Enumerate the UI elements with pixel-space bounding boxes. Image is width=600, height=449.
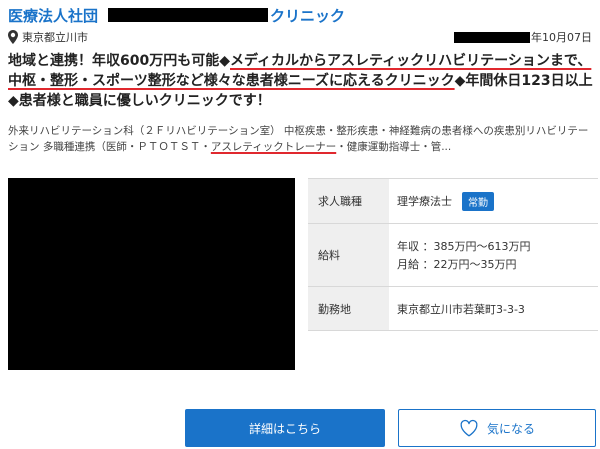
info-row-salary: 給料 年収 ：385万円～613万円 月給 ：22万円～35万円 — [308, 223, 598, 286]
details-button[interactable]: 詳細はこちら — [185, 409, 385, 447]
job-info-table: 求人職種 理学療法士 常勤 給料 年収 ：385万円～613万円 月給 ：22万… — [308, 178, 598, 331]
job-type-label: 求人職種 — [308, 179, 389, 223]
clinic-name-suffix[interactable]: クリニック — [270, 5, 345, 26]
posted-date: 年10月07日 — [454, 29, 592, 45]
work-location-label: 勤務地 — [308, 287, 389, 330]
info-row-job-type: 求人職種 理学療法士 常勤 — [308, 178, 598, 223]
headline-part1: 地域と連携！年収600万円も可能◆ — [8, 53, 230, 69]
work-location-value: 東京都立川市若葉町3-3-3 — [397, 302, 525, 316]
favorite-button-label: 気になる — [486, 421, 535, 436]
location-pin-icon — [8, 30, 18, 44]
salary-value-cell: 年収 ：385万円～613万円 月給 ：22万円～35万円 — [389, 224, 598, 286]
location-line: 東京都立川市 — [7, 29, 88, 45]
description-part3: ・健康運動指導士・管... — [336, 141, 452, 153]
heart-icon — [460, 419, 478, 437]
job-type-value: 理学療法士 — [397, 195, 452, 208]
salary-annual: 年収 ：385万円～613万円 — [397, 240, 531, 253]
favorite-button[interactable]: 気になる — [398, 409, 596, 447]
posted-date-text: 年10月07日 — [531, 31, 592, 44]
clinic-name-prefix[interactable]: 医療法人社団 — [8, 5, 98, 26]
salary-monthly: 月給 ：22万円～35万円 — [397, 258, 517, 271]
location-text: 東京都立川市 — [22, 31, 88, 44]
redacted-clinic-name — [108, 8, 268, 22]
info-row-location: 勤務地 東京都立川市若葉町3-3-3 — [308, 286, 598, 331]
job-headline[interactable]: 地域と連携！年収600万円も可能◆メディカルからアスレティックリハビリテーション… — [8, 51, 594, 111]
salary-label: 給料 — [308, 224, 389, 286]
details-button-label: 詳細はこちら — [248, 421, 321, 436]
job-type-value-cell: 理学療法士 常勤 — [389, 179, 598, 223]
redacted-date — [454, 31, 530, 43]
redacted-job-image — [8, 178, 295, 370]
employment-type-badge: 常勤 — [462, 191, 494, 211]
job-description: 外来リハビリテーション科（２Ｆリハビリテーション室） 中枢疾患・整形疾患・神経難… — [8, 123, 594, 155]
description-highlight: アスレティックトレーナー — [210, 141, 337, 153]
